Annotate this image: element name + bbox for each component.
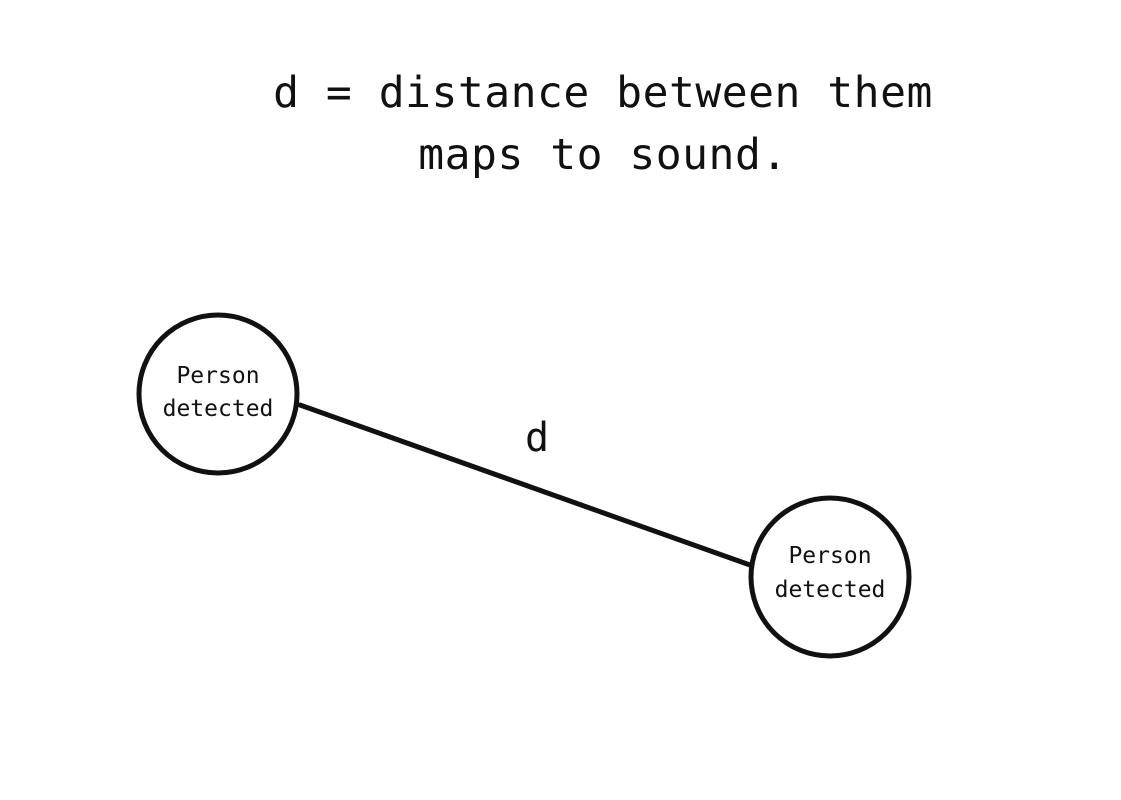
person-node-right-label-line2: detected <box>775 577 886 603</box>
person-node-left-label-line1: Person <box>176 363 259 389</box>
person-node-left: Person detected <box>136 312 300 476</box>
distance-edge-label: d <box>525 415 549 461</box>
person-node-left-label-line2: detected <box>163 396 274 422</box>
distance-diagram: d Person detected Person detected <box>136 312 912 659</box>
person-node-left-circle <box>136 312 300 476</box>
person-node-right-label-line1: Person <box>788 543 871 569</box>
person-node-right: Person detected <box>748 495 912 659</box>
